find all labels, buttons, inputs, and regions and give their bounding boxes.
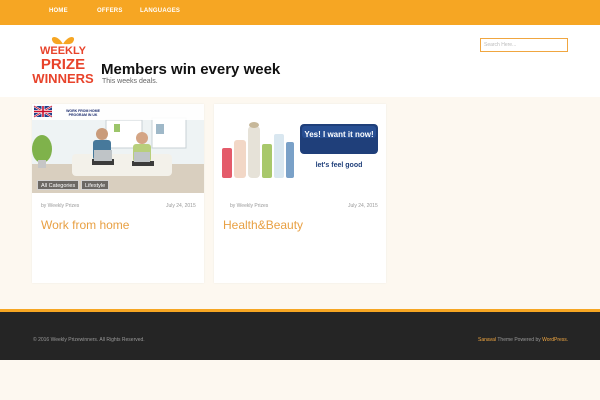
post-thumbnail-health-beauty[interactable]: Yes! I want it now! let's feel good <box>214 104 386 193</box>
post-author[interactable]: by Weekly Prizes <box>41 203 79 209</box>
copyright-text: © 2016 Weekly Prizewinners. All Rights R… <box>33 337 145 343</box>
health-beauty-photo <box>214 104 386 193</box>
post-title[interactable]: Health&Beauty <box>223 218 303 232</box>
nav-item-home[interactable]: HOME <box>49 8 68 14</box>
category-badge-all[interactable]: All Categories <box>37 180 80 190</box>
post-date: July 24, 2015 <box>166 203 196 209</box>
site-title[interactable]: Members win every week <box>101 61 280 78</box>
search-input[interactable] <box>480 38 568 52</box>
top-navigation-bar: HOME OFFERS LANGUAGES <box>0 0 600 25</box>
nav-item-languages[interactable]: LANGUAGES <box>140 8 180 14</box>
post-thumbnail-work-from-home[interactable]: WORK FROM HOME PROGRAM IN UK All Categor… <box>32 104 204 193</box>
yes-i-want-it-now-button: Yes! I want it now! <box>304 130 374 139</box>
theme-credit-mid: Theme Powered by <box>496 337 543 343</box>
nav-item-offers[interactable]: OFFERS <box>97 8 123 14</box>
site-footer <box>0 312 600 360</box>
post-card-health-beauty: Yes! I want it now! let's feel good by W… <box>214 104 386 283</box>
theme-link[interactable]: Sanaval <box>478 337 496 343</box>
logo-line3: WINNERS <box>32 71 94 86</box>
site-logo[interactable]: WEEKLY PRIZE WINNERS <box>31 32 95 86</box>
work-from-home-caption: WORK FROM HOME PROGRAM IN UK <box>66 109 100 117</box>
post-title[interactable]: Work from home <box>41 218 129 232</box>
page-bottom-area <box>0 360 600 400</box>
logo-bow-left <box>51 37 63 45</box>
post-card-work-from-home: WORK FROM HOME PROGRAM IN UK All Categor… <box>32 104 204 283</box>
theme-credit: Sanaval Theme Powered by WordPress. <box>478 337 568 343</box>
post-date: July 24, 2015 <box>348 203 378 209</box>
site-tagline: This weeks deals. <box>102 78 158 85</box>
wordpress-link[interactable]: WordPress. <box>542 337 568 343</box>
category-badge-lifestyle[interactable]: Lifestyle <box>81 180 110 190</box>
post-author[interactable]: by Weekly Prizes <box>230 203 268 209</box>
lets-feel-good-text: let's feel good <box>315 162 363 169</box>
logo-bow-right <box>63 37 75 45</box>
